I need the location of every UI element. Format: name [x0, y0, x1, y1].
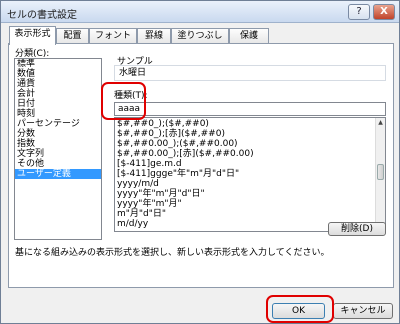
list-item[interactable]: $#,##0.00_);[赤]($#,##0.00): [115, 149, 385, 159]
format-cells-dialog: セルの書式設定 ? X 表示形式 配置 フォント 罫線 塗りつぶし 保護 分類(…: [0, 0, 400, 324]
list-item[interactable]: パーセンテージ: [15, 119, 101, 129]
tab-protection[interactable]: 保護: [229, 28, 269, 44]
list-item[interactable]: [$-411]ggge"年"m"月"d"日": [115, 169, 385, 179]
instruction-text: 基になる組み込みの表示形式を選択し、新しい表示形式を入力してください。: [15, 248, 330, 258]
type-input[interactable]: aaaa: [114, 102, 386, 116]
help-button[interactable]: ?: [348, 4, 370, 20]
sample-preview: 水曜日: [114, 65, 386, 81]
list-item[interactable]: 指数: [15, 139, 101, 149]
dialog-title: セルの書式設定: [7, 10, 77, 21]
list-item[interactable]: 分数: [15, 129, 101, 139]
list-item[interactable]: $#,##0_);[赤]($#,##0): [115, 129, 385, 139]
scroll-up-icon[interactable]: ▲: [376, 118, 385, 127]
list-item[interactable]: 時刻: [15, 109, 101, 119]
list-item[interactable]: $#,##0_);($#,##0): [115, 119, 385, 129]
list-item[interactable]: 標準: [15, 59, 101, 69]
delete-button[interactable]: 削除(D): [328, 222, 386, 236]
list-item[interactable]: 数値: [15, 69, 101, 79]
list-item[interactable]: yyyy"年"m"月": [115, 199, 385, 209]
type-field-highlight: [101, 82, 146, 120]
close-icon: X: [380, 6, 388, 17]
list-item[interactable]: yyyy"年"m"月"d"日": [115, 189, 385, 199]
list-item[interactable]: 日付: [15, 99, 101, 109]
help-icon: ?: [356, 6, 362, 17]
list-item[interactable]: 通貨: [15, 79, 101, 89]
tab-alignment[interactable]: 配置: [56, 28, 89, 44]
list-item[interactable]: [$-411]ge.m.d: [115, 159, 385, 169]
tab-number-format[interactable]: 表示形式: [9, 26, 56, 45]
list-item[interactable]: その他: [15, 159, 101, 169]
list-item[interactable]: m"月"d"日": [115, 209, 385, 219]
type-list-scrollbar[interactable]: ▲ ▼: [375, 118, 385, 231]
scroll-thumb[interactable]: [377, 164, 384, 180]
ok-button-highlight: [266, 295, 334, 323]
number-format-panel: 分類(C): 標準 数値 通貨 会計 日付 時刻 パーセンテージ 分数 指数 文…: [8, 43, 394, 288]
type-format-list[interactable]: $#,##0_);($#,##0) $#,##0_);[赤]($#,##0) $…: [114, 117, 386, 232]
list-item[interactable]: yyyy/m/d: [115, 179, 385, 189]
close-button[interactable]: X: [373, 4, 395, 20]
list-item[interactable]: 文字列: [15, 149, 101, 159]
tab-fill[interactable]: 塗りつぶし: [171, 28, 229, 44]
tab-border[interactable]: 罫線: [137, 28, 171, 44]
title-bar: セルの書式設定 ? X: [1, 1, 399, 23]
list-item[interactable]: 会計: [15, 89, 101, 99]
list-item[interactable]: $#,##0.00_);($#,##0.00): [115, 139, 385, 149]
list-item-selected[interactable]: ユーザー定義: [15, 169, 101, 179]
tab-font[interactable]: フォント: [89, 28, 137, 44]
cancel-button[interactable]: キャンセル: [333, 303, 393, 319]
category-list[interactable]: 標準 数値 通貨 会計 日付 時刻 パーセンテージ 分数 指数 文字列 その他 …: [14, 58, 102, 240]
